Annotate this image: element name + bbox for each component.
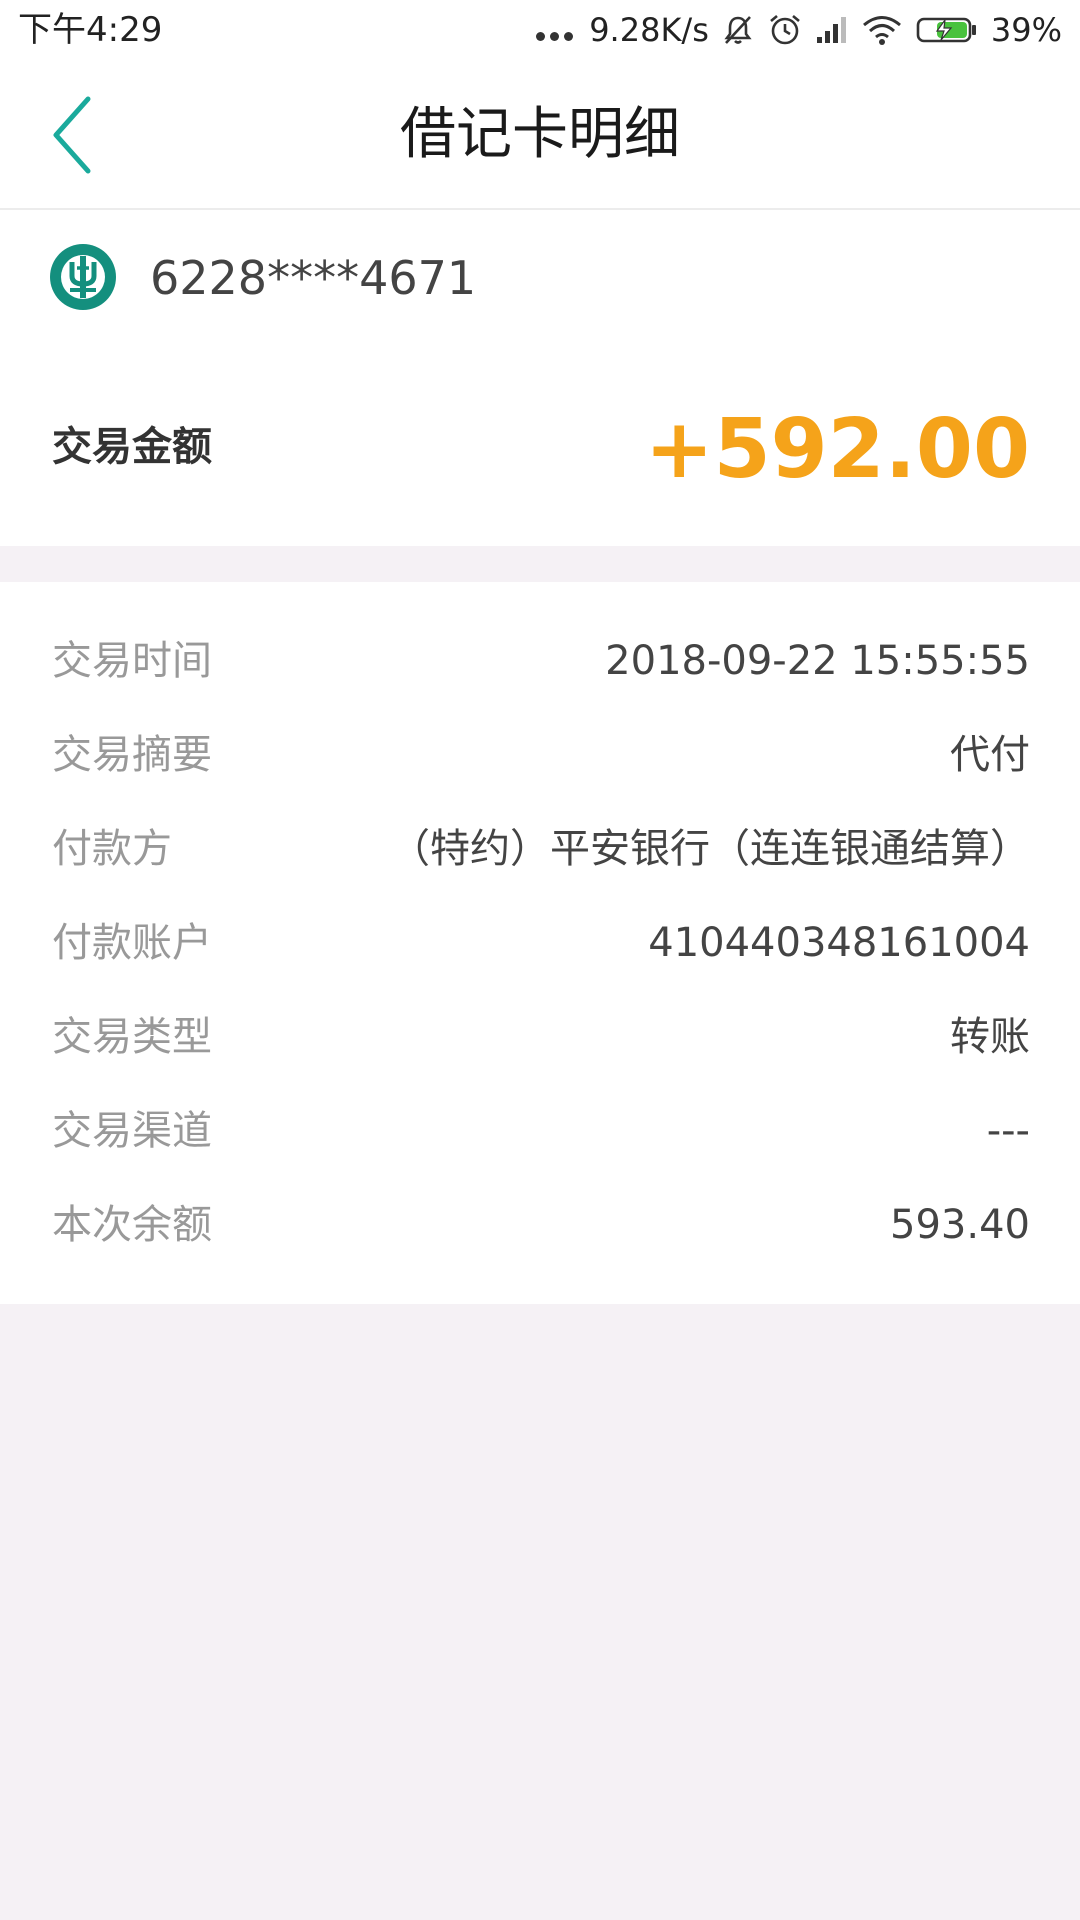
status-time: 下午4:29 <box>18 10 163 50</box>
header: 借记卡明细 <box>0 60 1080 210</box>
detail-row-balance: 本次余额 593.40 <box>0 1178 1080 1272</box>
detail-label: 交易类型 <box>52 1014 212 1060</box>
detail-row-payer-account: 付款账户 410440348161004 <box>0 896 1080 990</box>
detail-row-channel: 交易渠道 --- <box>0 1084 1080 1178</box>
detail-value: 转账 <box>950 1014 1030 1060</box>
detail-label: 交易渠道 <box>52 1108 212 1154</box>
detail-value: --- <box>986 1108 1030 1154</box>
more-dots-icon <box>536 31 574 41</box>
transaction-details: 交易时间 2018-09-22 15:55:55 交易摘要 代付 付款方 （特约… <box>0 582 1080 1304</box>
detail-row-payer: 付款方 （特约）平安银行（连连银通结算） <box>0 802 1080 896</box>
detail-label: 付款方 <box>52 826 172 872</box>
status-bar: 下午4:29 9.28K/s 39% <box>0 0 1080 60</box>
status-right-group: 9.28K/s 39% <box>536 8 1062 52</box>
detail-value: 代付 <box>950 732 1030 778</box>
amount-label: 交易金额 <box>52 424 212 470</box>
detail-label: 交易摘要 <box>52 732 212 778</box>
detail-label: 本次余额 <box>52 1202 212 1248</box>
detail-value: 593.40 <box>890 1202 1030 1248</box>
wifi-icon <box>862 16 901 45</box>
battery-percent: 39% <box>990 11 1062 49</box>
mute-icon <box>724 16 752 44</box>
network-speed: 9.28K/s <box>589 11 709 49</box>
battery-charging-icon <box>916 17 976 43</box>
page-title: 借记卡明细 <box>400 102 680 167</box>
signal-icon <box>816 17 846 43</box>
amount-value: +592.00 <box>644 402 1030 497</box>
alarm-icon <box>770 15 800 45</box>
bank-logo-icon <box>50 244 116 310</box>
detail-value: （特约）平安银行（连连银通结算） <box>390 826 1030 872</box>
detail-label: 付款账户 <box>52 920 212 966</box>
card-number: 6228****4671 <box>150 251 477 305</box>
detail-row-summary: 交易摘要 代付 <box>0 708 1080 802</box>
card-summary: 6228****4671 交易金额 +592.00 <box>0 210 1080 546</box>
detail-value: 410440348161004 <box>648 920 1030 966</box>
detail-value: 2018-09-22 15:55:55 <box>605 638 1030 684</box>
detail-row-time: 交易时间 2018-09-22 15:55:55 <box>0 614 1080 708</box>
detail-row-type: 交易类型 转账 <box>0 990 1080 1084</box>
detail-label: 交易时间 <box>52 638 212 684</box>
